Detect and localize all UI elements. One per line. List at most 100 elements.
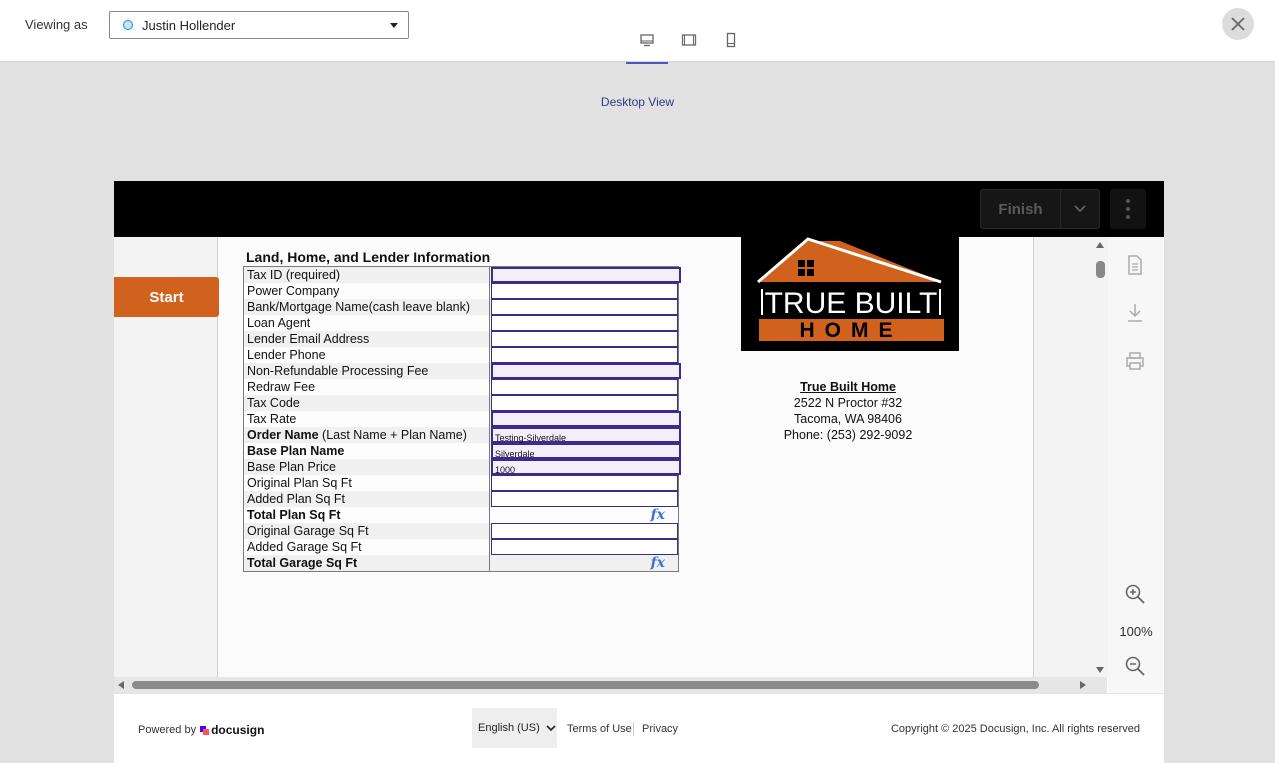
document-icon[interactable] [1123,253,1147,277]
form-input-field[interactable] [491,267,681,283]
form-input-field[interactable] [491,395,678,411]
download-icon[interactable] [1123,301,1147,325]
form-input-field[interactable] [491,299,678,315]
form-input-field[interactable] [491,363,681,379]
form-input-field[interactable] [491,475,678,491]
form-row-field [490,411,681,427]
powered-by: Powered by docusign [138,723,264,737]
finish-options-button[interactable] [1061,190,1099,228]
form-input-field[interactable] [491,379,678,395]
logo-graphic: TRUE BUILT HOME [757,237,944,342]
form-row-field [490,347,678,363]
start-button[interactable]: Start [114,277,219,317]
form-row: Base Plan Name Silverdale [244,443,681,459]
form-row-field: 1000 [490,459,681,475]
tab-mobile-view[interactable] [710,27,752,64]
tab-desktop-view[interactable] [626,27,668,64]
form-row: Bank/Mortgage Name(cash leave blank) [244,299,678,315]
form-row: Added Plan Sq Ft [244,491,678,507]
form-row: Non-Refundable Processing Fee [244,363,681,379]
viewer-select[interactable]: Justin Hollender [109,11,409,39]
form-row-label-text: Loan Agent [247,316,311,330]
form-input-field[interactable] [491,347,678,363]
form-row-label-text: Redraw Fee [247,380,316,394]
form-row: Original Garage Sq Ft [244,523,678,539]
horizontal-scroll-thumb[interactable] [132,681,1039,689]
form-input-field[interactable]: Silverdale [491,443,681,459]
signing-frame: Finish Land, Home, and Lender Informatio… [114,181,1164,763]
language-label: English (US) [478,722,540,734]
form-row-label: Redraw Fee [244,379,490,395]
form-row-field: fx [490,555,678,571]
form-row-field [490,363,681,379]
footer: Powered by docusign English (US) Terms o… [114,693,1164,763]
terms-of-use-link[interactable]: Terms of Use [567,723,632,735]
form-row-label-bold: Total Plan Sq Ft [247,508,341,522]
form-row-label-text: (Last Name + Plan Name) [318,428,467,442]
chevron-down-icon [546,724,556,731]
form-row: Tax Rate [244,411,681,427]
form-row-label-text: Lender Email Address [247,332,370,346]
kebab-menu-icon[interactable] [1110,189,1146,229]
form-row-field [490,523,678,539]
scroll-left-arrow-icon[interactable] [118,681,124,689]
powered-by-label: Powered by [138,724,197,736]
form-row: Lender Phone [244,347,678,363]
company-logo: TRUE BUILT HOME [741,237,959,351]
form-input-field[interactable] [491,523,678,539]
footer-divider [633,722,634,736]
top-bar: Viewing as Justin Hollender [0,0,1275,64]
scroll-right-arrow-icon[interactable] [1080,681,1086,689]
form-table: Tax ID (required) Power Company Bank/Mortg… [243,266,681,572]
form-input-field[interactable] [491,491,678,507]
form-row: Tax ID (required) [244,267,681,283]
company-info: True Built Home 2522 N Proctor #32 Tacom… [768,379,928,443]
privacy-link[interactable]: Privacy [642,723,678,735]
finish-button[interactable]: Finish [981,190,1061,228]
viewer-name: Justin Hollender [142,17,236,33]
form-row-label-text: Lender Phone [247,348,326,362]
zoom-out-icon[interactable] [1123,654,1147,678]
vertical-scrollbar[interactable] [1092,237,1108,677]
zoom-in-icon[interactable] [1123,582,1147,606]
form-row-label: Lender Phone [244,347,490,363]
form-row-label-bold: Base Plan Name [247,444,345,458]
form-input-field[interactable]: 1000 [491,459,681,475]
viewing-as-label: Viewing as [25,17,88,32]
form-row-field [490,283,678,299]
form-input-field[interactable]: Testing-Silverdale [491,427,681,443]
vertical-scroll-thumb[interactable] [1096,261,1105,278]
form-input-field[interactable] [491,315,678,331]
caret-down-icon [390,23,398,28]
form-row-label: Non-Refundable Processing Fee [244,363,490,379]
form-input-field[interactable] [491,331,678,347]
form-row-label: Base Plan Price [244,459,490,475]
print-icon[interactable] [1123,349,1147,373]
form-row-field [490,315,678,331]
form-row: Loan Agent [244,315,678,331]
language-select[interactable]: English (US) [472,708,557,748]
company-name: True Built Home [800,380,896,394]
tool-sidebar: 100% [1108,237,1164,693]
form-input-field[interactable] [491,283,678,299]
document-viewer: Land, Home, and Lender Information Tax I… [114,237,1107,677]
close-button[interactable] [1222,8,1254,40]
form-input-field[interactable] [491,411,681,427]
form-row-label: Added Garage Sq Ft [244,539,490,555]
scroll-up-arrow-icon[interactable] [1096,242,1104,248]
horizontal-scrollbar[interactable] [114,677,1107,693]
form-row-label-text: Tax ID (required) [247,268,341,282]
form-row-label: Tax Code [244,395,490,411]
docusign-logo-icon [200,725,210,735]
form-row: Total Plan Sq Ft fx [244,507,678,523]
form-row-label: Tax ID (required) [244,267,490,283]
zoom-level: 100% [1119,624,1153,639]
form-row-label: Order Name (Last Name + Plan Name) [244,427,490,443]
form-row-label-text: Tax Code [247,396,300,410]
scroll-down-arrow-icon[interactable] [1096,667,1104,673]
tab-tablet-view[interactable] [668,27,710,64]
form-row-label-text: Added Plan Sq Ft [247,492,345,506]
close-icon [1231,17,1245,31]
form-row: Lender Email Address [244,331,678,347]
form-input-field[interactable] [491,539,678,555]
